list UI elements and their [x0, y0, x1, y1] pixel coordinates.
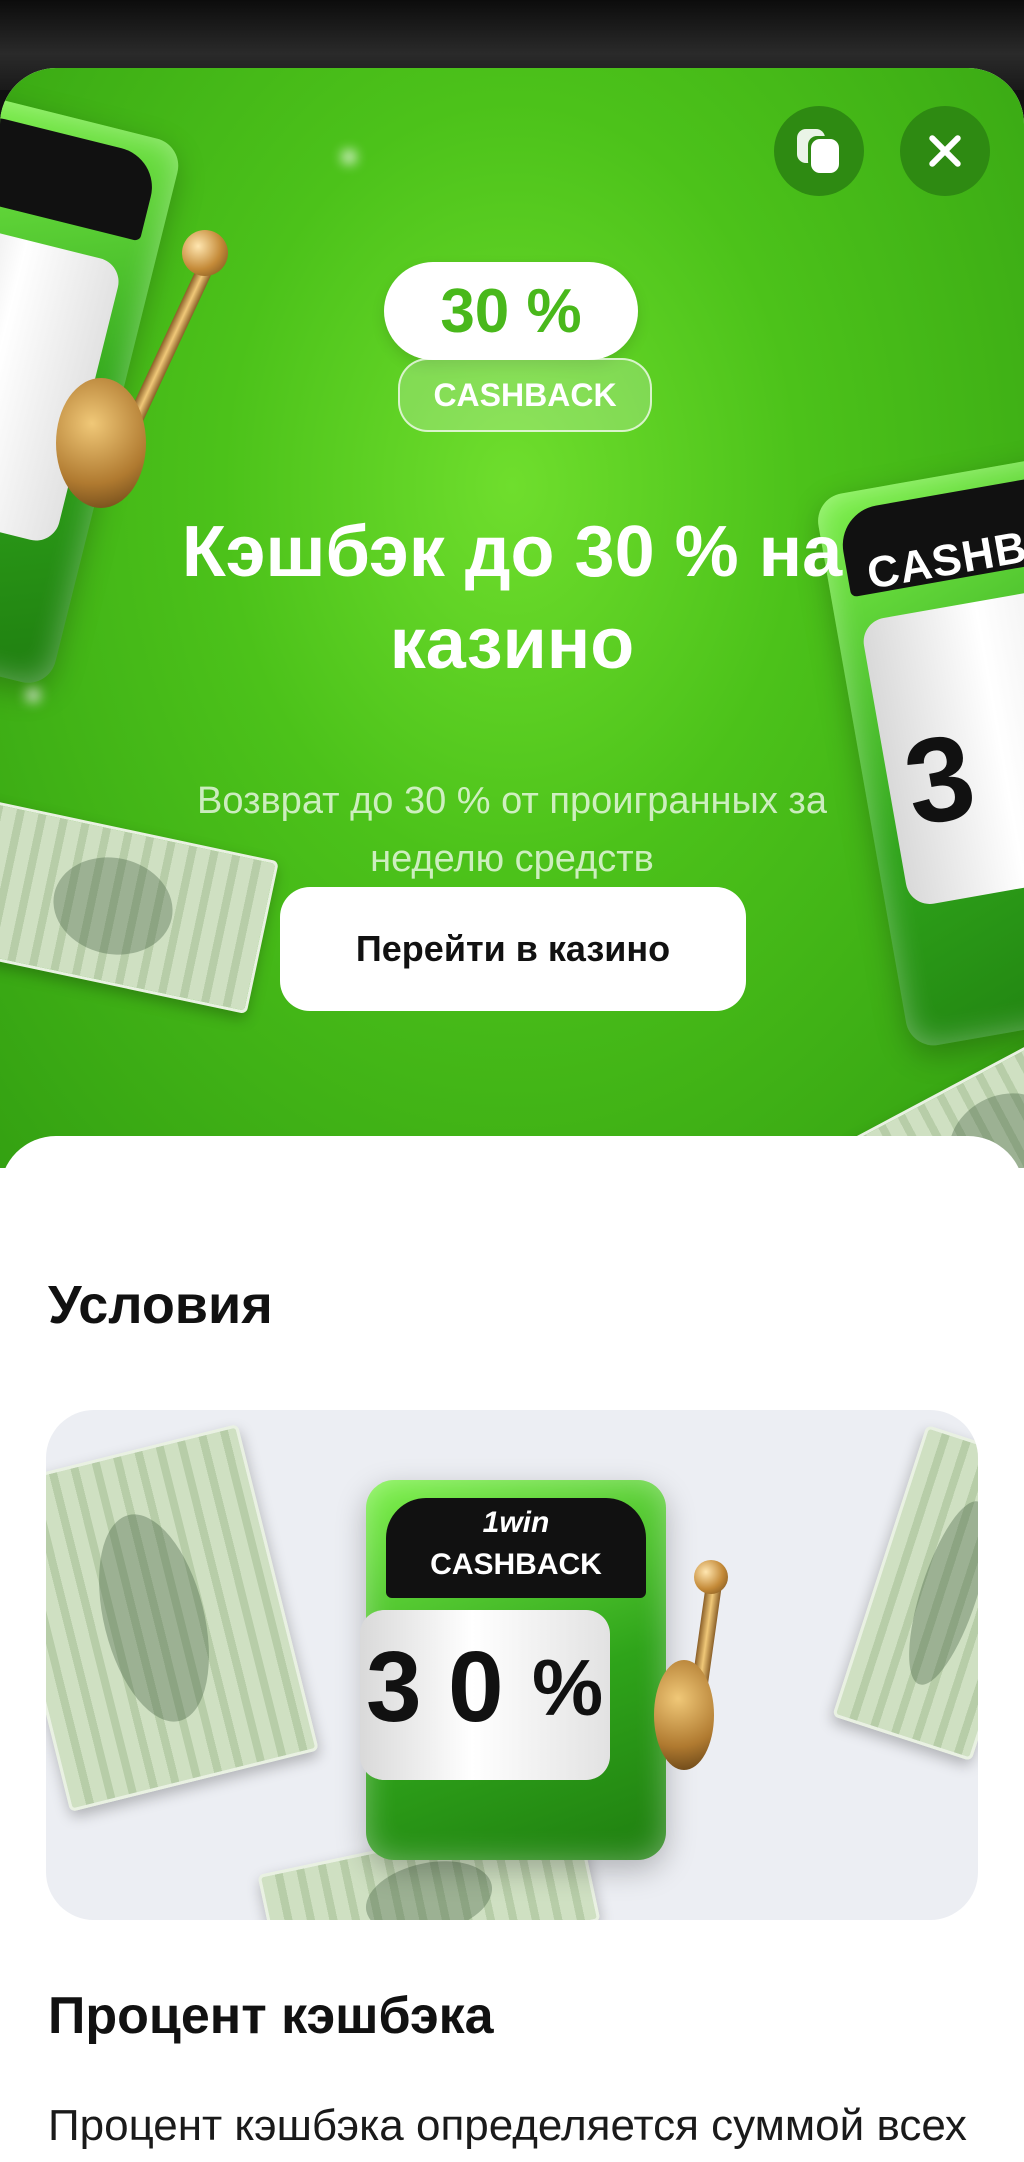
cashback-percent-badge: 30 % [384, 262, 638, 360]
slot-reel-digit: % [532, 1643, 604, 1732]
lever-knob-icon [694, 1560, 728, 1594]
cashback-promo-image: 1win CASHBACK 3 0 % [46, 1410, 978, 1920]
sparkle [26, 688, 40, 702]
cashback-badge-label: CASHBACK [398, 358, 652, 432]
copy-button[interactable] [774, 106, 864, 196]
close-button[interactable] [900, 106, 990, 196]
hero-title: Кэшбэк до 30 % на казино [181, 512, 843, 684]
lever-base-icon [56, 378, 146, 508]
slot-machine-center: 1win CASHBACK 3 0 % [360, 1480, 666, 1860]
copy-icon [795, 127, 843, 175]
slot-reel-digit: 3 [366, 1631, 422, 1743]
hero-banner: CASHBACK 3 30 % CASHBACK Кэшбэк до 30 % … [0, 68, 1024, 1168]
lever-base-icon [654, 1660, 714, 1770]
brand-logo: 1win [482, 1506, 550, 1539]
slot-label: CASHBACK [430, 1548, 602, 1581]
promo-sheet: CASHBACK 3 30 % CASHBACK Кэшбэк до 30 % … [0, 68, 1024, 2162]
slot-reels: 3 0 % [360, 1610, 610, 1780]
cashback-percent-text: Процент кэшбэка определяется суммой всех… [48, 2101, 967, 2162]
content-card: Условия 1win CASHBACK 3 0 % Процент кэшб [0, 1136, 1024, 2162]
lever-knob-icon [182, 230, 228, 276]
close-icon [926, 132, 964, 170]
dollar-bill-image [46, 1424, 319, 1812]
slot-reel-digit: 0 [448, 1631, 504, 1743]
dollar-bill-image [832, 1424, 978, 1762]
slot-reel-digit: 3 [895, 707, 985, 852]
conditions-title: Условия [48, 1275, 273, 1335]
hero-description: Возврат до 30 % от проигранных за неделю… [197, 780, 827, 880]
cashback-percent-title: Процент кэшбэка [48, 1987, 494, 2045]
sparkle [342, 150, 356, 164]
slot-top [0, 109, 161, 242]
go-to-casino-button[interactable]: Перейти в казино [280, 887, 746, 1011]
